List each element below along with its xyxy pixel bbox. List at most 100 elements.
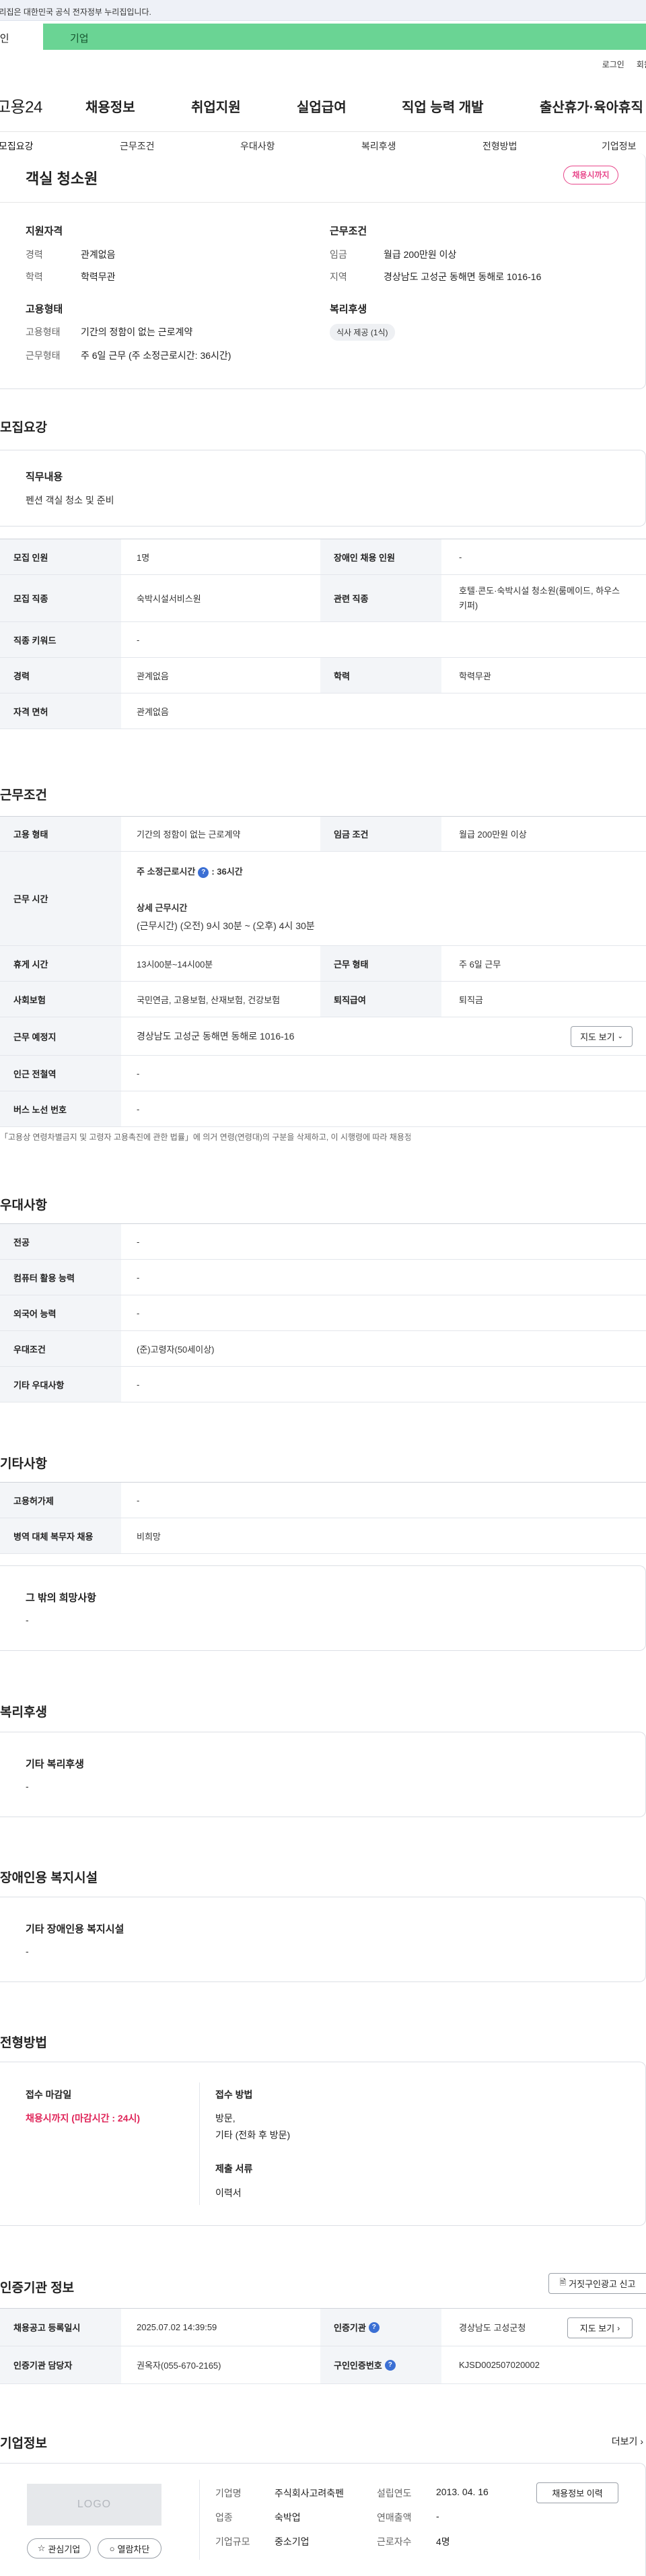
industry-value: 숙박업 <box>275 2512 301 2523</box>
block-company-button[interactable]: ○ 열람차단 <box>98 2538 162 2558</box>
deadline-heading: 접수 마감일 <box>26 2089 72 2100</box>
gnb-item-jobs[interactable]: 채용정보 <box>85 96 135 116</box>
career-value: 관계없음 <box>137 671 169 681</box>
map-view-button[interactable]: 지도 보기 ⌄ <box>571 1026 633 1047</box>
cert-no-value: KJSD002507020002 <box>459 2360 540 2370</box>
login-link[interactable]: 로그인 <box>602 59 624 70</box>
table-row: 경력 관계없음 학력 학력무관 <box>0 658 646 693</box>
gnb-item-parental-leave[interactable]: 출산휴가·육아휴직 <box>540 96 643 116</box>
other-wishes-value: - <box>26 1615 29 1625</box>
related-value-line2: 키퍼) <box>459 600 478 611</box>
edu-header: 학력 <box>320 658 441 693</box>
weekly-hours-label: 주 소정근로시간 <box>137 867 196 877</box>
cond-region-key: 지역 <box>330 271 347 282</box>
table-row: 병역 대체 복무자 채용 비희망 <box>0 1518 646 1554</box>
anchor-welfare[interactable]: 복리후생 <box>361 139 396 153</box>
company-more-link[interactable]: 더보기 › <box>612 2435 643 2448</box>
career-header: 경력 <box>0 658 121 693</box>
help-icon[interactable]: ? <box>198 867 209 878</box>
qual-edu-value: 학력무관 <box>81 271 116 282</box>
tab-individual[interactable]: 개인 <box>0 24 43 50</box>
table-row: 전공 - <box>0 1224 646 1260</box>
subway-value: - <box>137 1068 140 1079</box>
rest-value: 13시00분~14시00분 <box>137 959 213 970</box>
table-row: 버스 노선 번호 - <box>0 1091 646 1127</box>
company-divider <box>199 2480 200 2560</box>
military-header: 병역 대체 복무자 채용 <box>0 1518 121 1553</box>
table-row: 인근 전철역 - <box>0 1056 646 1091</box>
work-table: 고용 형태 기간의 정함이 없는 근로계약 임금 조건 월급 200만원 이상 … <box>0 816 646 1127</box>
anchor-recruit[interactable]: 모집요강 <box>0 139 34 153</box>
company-logo-placeholder: LOGO <box>27 2484 162 2526</box>
table-row: 자격 면허 관계없음 <box>0 693 646 729</box>
table-row: 근무 시간 주 소정근로시간?: 36시간 상세 근무시간 (근무시간) (오전… <box>0 852 646 946</box>
welfare-box-value: - <box>26 1781 29 1792</box>
help-icon[interactable]: ? <box>384 2359 396 2371</box>
rest-header: 휴게 시간 <box>0 946 121 981</box>
emp-type-header: 고용 형태 <box>0 817 121 851</box>
join-link[interactable]: 회원가입 <box>637 59 646 70</box>
anchor-work-conditions[interactable]: 근무조건 <box>120 139 155 153</box>
language-header: 외국어 능력 <box>0 1295 121 1330</box>
block-company-label: 열람차단 <box>117 2544 150 2554</box>
report-false-ad-button[interactable]: 🗎 거짓구인광고 신고 <box>548 2273 646 2294</box>
severance-value: 퇴직금 <box>459 994 483 1005</box>
wage-value: 월급 200만원 이상 <box>459 829 527 840</box>
site-logo[interactable]: 고용24 <box>0 94 42 117</box>
gnb-item-job-training[interactable]: 직업 능력 개발 <box>402 96 484 116</box>
table-row: 모집 직종 숙박시설서비스원 관련 직종 호텔·콘도·숙박시설 청소원(룸메이드… <box>0 575 646 622</box>
reg-date-header: 채용공고 등록일시 <box>0 2309 121 2346</box>
table-row: 모집 인원 1명 장애인 채용 인원 - <box>0 539 646 575</box>
computer-value: - <box>137 1272 140 1283</box>
anchor-preferences[interactable]: 우대사항 <box>240 139 275 153</box>
table-row: 사회보험 국민연금, 고용보험, 산재보험, 건강보험 퇴직급여 퇴직금 <box>0 982 646 1017</box>
license-value: 관계없음 <box>137 706 169 717</box>
weekly-hours-line: 주 소정근로시간?: 36시간 <box>137 865 243 878</box>
gnb-item-employment-support[interactable]: 취업지원 <box>191 96 241 116</box>
hiring-history-button[interactable]: 채용정보 이력 <box>536 2482 618 2503</box>
welfare-box-heading: 기타 복리후생 <box>26 1759 84 1770</box>
anchor-selection[interactable]: 전형방법 <box>482 139 517 153</box>
recruit-table: 모집 인원 1명 장애인 채용 인원 - 모집 직종 숙박시설서비스원 관련 직… <box>0 539 646 729</box>
favorite-company-label: 관심기업 <box>48 2544 81 2554</box>
docs-heading: 제출 서류 <box>215 2163 253 2174</box>
cert-map-button[interactable]: 지도 보기 › <box>567 2317 633 2338</box>
cert-org-header: 인증기관? <box>320 2309 441 2346</box>
duty-box: 직무내용 펜션 객실 청소 및 준비 <box>0 450 646 527</box>
gnb-item-unemployment-benefit[interactable]: 실업급여 <box>297 96 347 116</box>
detail-hours-label: 상세 근무시간 <box>137 902 188 913</box>
emp-type-value: 기간의 정함이 없는 근로계약 <box>81 327 193 337</box>
age-law-note: 「고용상 연령차별금지 및 고령자 고용촉진에 관한 법률」에 의거 연령(연령… <box>0 1132 410 1142</box>
cond-wage-value: 월급 200만원 이상 <box>384 249 457 260</box>
count-value: 1명 <box>137 552 150 563</box>
welfare-section-title: 복리후생 <box>0 1705 47 1720</box>
subway-header: 인근 전철역 <box>0 1056 121 1091</box>
deadline-badge: 채용시까지 <box>563 166 618 184</box>
favorite-company-button[interactable]: ☆ 관심기업 <box>27 2538 91 2558</box>
company-size-key: 기업규모 <box>215 2536 250 2547</box>
major-value: - <box>137 1236 140 1247</box>
cert-org-value: 경상남도 고성군청 <box>459 2323 526 2333</box>
cert-section-title: 인증기관 정보 <box>0 2281 75 2295</box>
table-row: 우대조건 (준)고령자(50세이상) <box>0 1331 646 1367</box>
other-wishes-heading: 그 밖의 희망사항 <box>26 1592 96 1604</box>
count-header: 모집 인원 <box>0 539 121 574</box>
table-row: 채용공고 등록일시 2025.07.02 14:39:59 인증기관? 경상남도… <box>0 2309 646 2346</box>
recruit-section-title: 모집요강 <box>0 421 47 435</box>
cert-manager-header: 인증기관 담당자 <box>0 2346 121 2383</box>
method-heading: 접수 방법 <box>215 2089 253 2100</box>
industry-key: 업종 <box>215 2512 233 2523</box>
bus-value: - <box>137 1104 140 1114</box>
employment-heading: 고용형태 <box>26 304 63 315</box>
computer-header: 컴퓨터 활용 능력 <box>0 1260 121 1295</box>
related-value-line1: 호텔·콘도·숙박시설 청소원(룸메이드, 하우스 <box>459 585 620 596</box>
selection-section-title: 전형방법 <box>0 2036 47 2050</box>
tab-company[interactable]: 기업 <box>43 24 646 50</box>
language-value: - <box>137 1308 140 1318</box>
gov-banner: 이 누리집은 대한민국 공식 전자정부 누리집입니다. <box>0 0 646 21</box>
help-icon[interactable]: ? <box>368 2321 380 2333</box>
welfare-heading: 복리후생 <box>330 304 367 315</box>
cert-manager-value: 권옥자(055-670-2165) <box>137 2361 221 2371</box>
license-header: 자격 면허 <box>0 693 121 728</box>
anchor-company[interactable]: 기업정보 <box>602 139 637 153</box>
